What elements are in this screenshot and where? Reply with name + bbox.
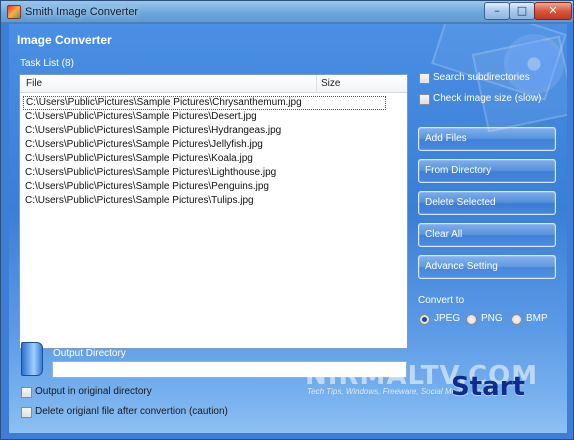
start-button[interactable]: Start: [451, 369, 531, 405]
window-title: Smith Image Converter: [25, 6, 139, 18]
bmp-label: BMP: [526, 313, 548, 324]
advance-setting-button[interactable]: Advance Setting: [418, 255, 556, 279]
output-in-original-label: Output in original directory: [35, 386, 152, 397]
list-item[interactable]: C:\Users\Public\Pictures\Sample Pictures…: [23, 138, 393, 152]
bmp-radio[interactable]: [511, 314, 522, 325]
client-area: Image Converter Task List (8) File Size …: [9, 24, 567, 433]
task-list[interactable]: File Size C:\Users\Public\Pictures\Sampl…: [19, 74, 408, 349]
check-image-size-checkbox[interactable]: [419, 94, 430, 105]
png-radio[interactable]: [466, 314, 477, 325]
section-title: Image Converter: [17, 33, 112, 47]
list-item[interactable]: C:\Users\Public\Pictures\Sample Pictures…: [23, 194, 393, 208]
maximize-button[interactable]: □: [509, 2, 535, 20]
column-divider[interactable]: [316, 75, 317, 93]
column-header-file[interactable]: File: [26, 78, 42, 89]
list-header: File Size: [20, 75, 407, 93]
list-rows: C:\Users\Public\Pictures\Sample Pictures…: [23, 96, 393, 208]
search-subdirectories-label: Search subdirectories: [433, 72, 530, 83]
delete-selected-button[interactable]: Delete Selected: [418, 191, 556, 215]
app-window: Smith Image Converter – □ ✕ Image Conver…: [0, 0, 574, 440]
from-directory-button[interactable]: From Directory: [418, 159, 556, 183]
clear-all-button[interactable]: Clear All: [418, 223, 556, 247]
decorative-flower: [504, 34, 564, 94]
png-label: PNG: [481, 313, 503, 324]
list-item[interactable]: C:\Users\Public\Pictures\Sample Pictures…: [23, 124, 393, 138]
delete-original-checkbox[interactable]: [21, 407, 32, 418]
list-item[interactable]: C:\Users\Public\Pictures\Sample Pictures…: [23, 166, 393, 180]
close-button[interactable]: ✕: [534, 2, 572, 20]
jpeg-radio[interactable]: [419, 314, 430, 325]
title-bar[interactable]: Smith Image Converter – □ ✕: [1, 1, 573, 23]
jpeg-label: JPEG: [434, 313, 461, 324]
minimize-button[interactable]: –: [484, 2, 510, 20]
list-item[interactable]: C:\Users\Public\Pictures\Sample Pictures…: [23, 110, 393, 124]
convert-to-label: Convert to: [418, 295, 465, 306]
output-directory-label: Output Directory: [53, 348, 126, 359]
task-list-label: Task List (8): [20, 58, 74, 69]
output-in-original-checkbox[interactable]: [21, 387, 32, 398]
add-files-button[interactable]: Add Files: [418, 127, 556, 151]
check-image-size-label: Check image size (slow): [433, 93, 542, 104]
app-icon[interactable]: [7, 5, 21, 19]
column-header-size[interactable]: Size: [321, 78, 340, 89]
list-item[interactable]: C:\Users\Public\Pictures\Sample Pictures…: [23, 152, 393, 166]
delete-original-label: Delete origianl file after convertion (c…: [35, 406, 228, 417]
list-item[interactable]: C:\Users\Public\Pictures\Sample Pictures…: [23, 96, 386, 110]
list-item[interactable]: C:\Users\Public\Pictures\Sample Pictures…: [23, 180, 393, 194]
folder-icon: [21, 342, 43, 376]
search-subdirectories-checkbox[interactable]: [419, 73, 430, 84]
